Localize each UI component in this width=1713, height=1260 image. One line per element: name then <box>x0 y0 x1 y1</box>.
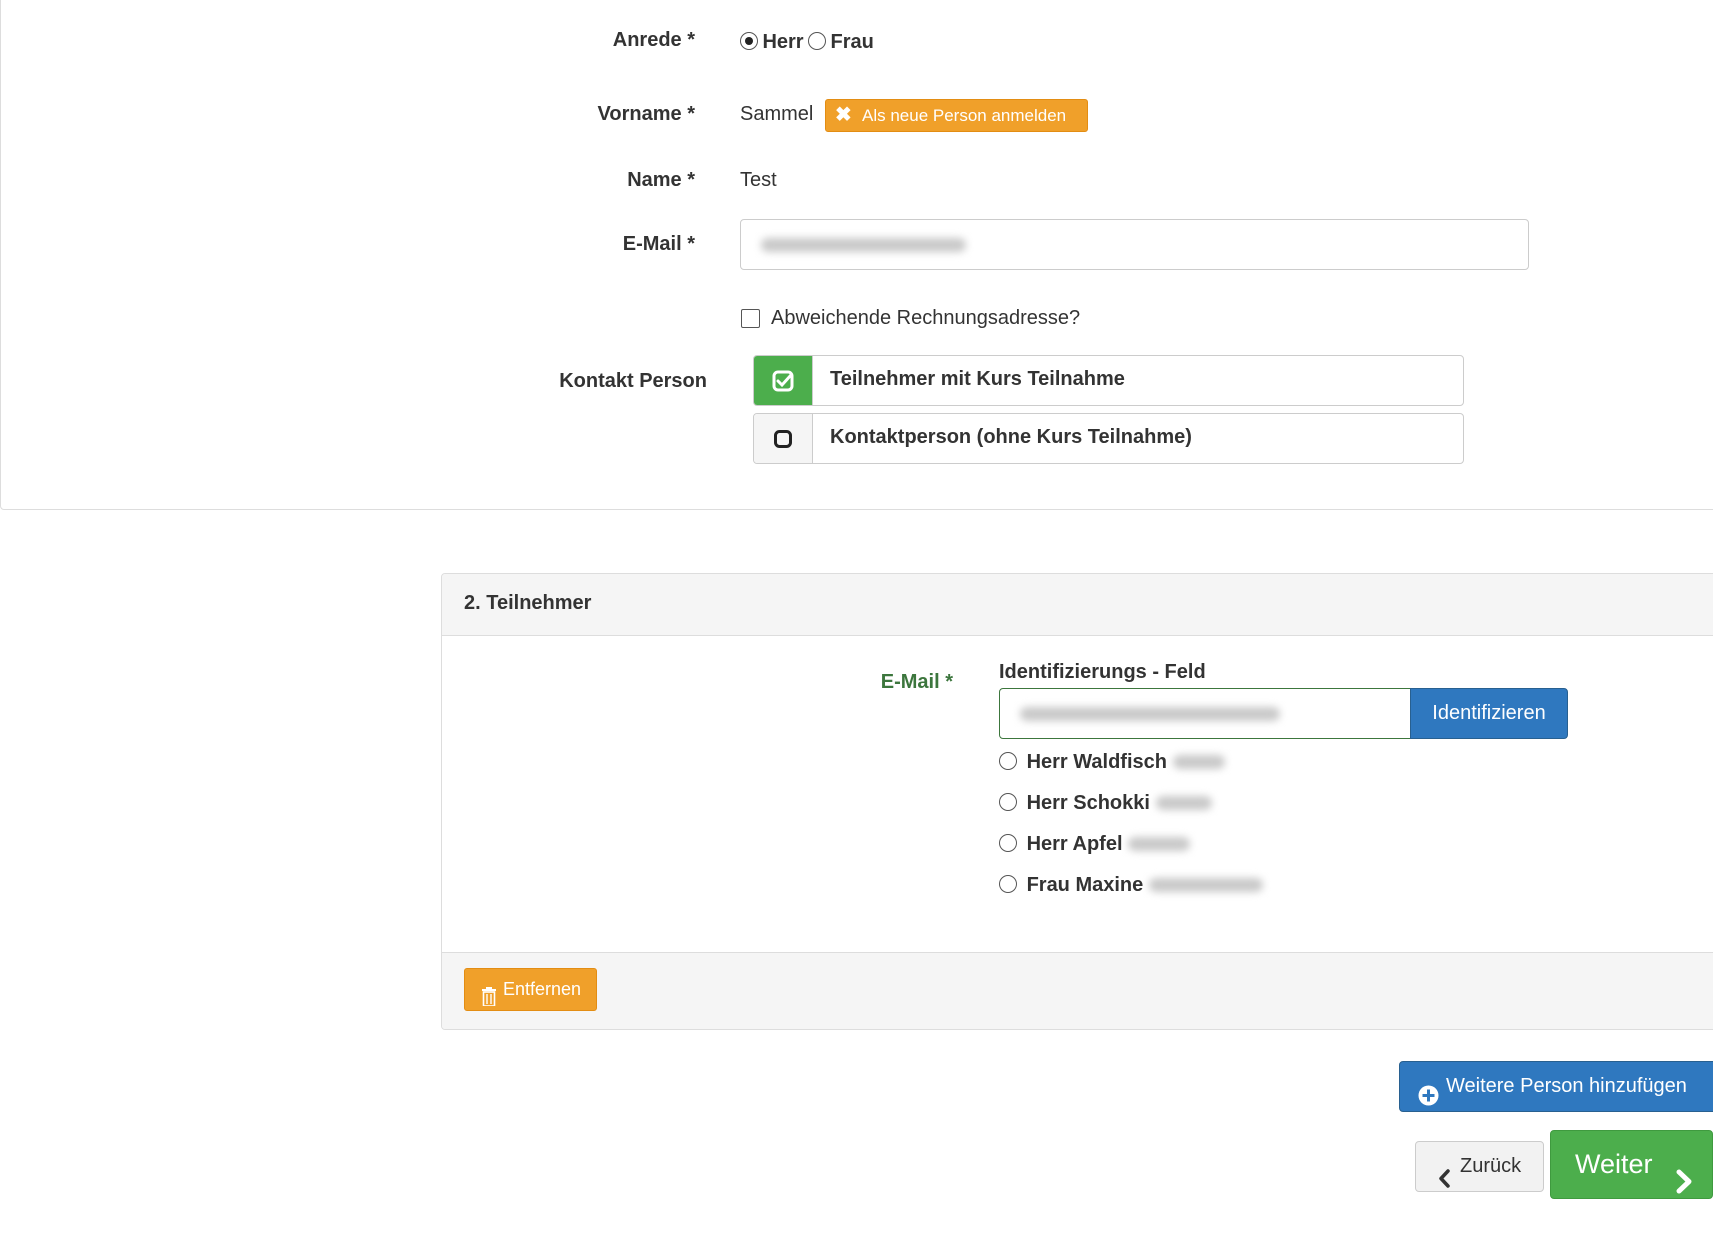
next-label: Weiter <box>1575 1149 1653 1179</box>
participant-email-label: E-Mail * <box>880 671 953 693</box>
person-radio-1[interactable] <box>999 752 1017 770</box>
identification-redacted <box>1020 707 1280 721</box>
close-icon: ✖ <box>835 104 852 126</box>
salutation-frau-radio[interactable] <box>808 32 827 50</box>
person-option-1[interactable]: Herr Waldfisch <box>999 751 1225 774</box>
contact-option-participant-label: Teilnehmer mit Kurs Teilnahme <box>830 368 1125 390</box>
remove-button[interactable]: Entfernen <box>464 968 597 1011</box>
trash-icon <box>481 980 497 1021</box>
participant-panel-heading: 2. Teilnehmer <box>442 574 1713 636</box>
billing-address-checkbox[interactable] <box>741 309 760 328</box>
back-label: Zurück <box>1460 1155 1522 1177</box>
person-name-4: Frau Maxine <box>1026 874 1144 896</box>
person-lastname-redacted-4 <box>1148 878 1263 892</box>
identify-button[interactable]: Identifizieren <box>1410 688 1568 739</box>
person-option-2[interactable]: Herr Schokki <box>999 792 1212 815</box>
firstname-value: Sammel <box>740 103 814 125</box>
person-name-3: Herr Apfel <box>1026 833 1123 855</box>
id-field-label: Identifizierungs - Feld <box>999 661 1206 683</box>
contact-person-label: Kontakt Person <box>559 370 707 392</box>
chevron-left-icon <box>1438 1158 1451 1207</box>
person-name-2: Herr Schokki <box>1026 792 1150 814</box>
identification-input[interactable] <box>999 688 1411 739</box>
salutation-radio-group: Herr Frau <box>740 31 874 54</box>
firstname-label: Vorname * <box>597 103 695 125</box>
name-label: Name * <box>627 169 695 191</box>
email-label: E-Mail * <box>622 233 695 255</box>
remove-label: Entfernen <box>503 979 582 999</box>
salutation-frau-label[interactable]: Frau <box>831 31 874 53</box>
contact-option-participant[interactable]: Teilnehmer mit Kurs Teilnahme <box>753 355 1464 406</box>
salutation-label: Anrede * <box>612 29 695 51</box>
unchecked-checkbox-icon <box>754 414 813 463</box>
chevron-right-icon <box>1675 1152 1693 1219</box>
back-button[interactable]: Zurück <box>1415 1141 1544 1192</box>
register-new-person-button[interactable]: ✖ Als neue Person anmelden <box>825 99 1088 132</box>
participant-title: 2. Teilnehmer <box>464 592 592 614</box>
name-value: Test <box>740 169 777 191</box>
add-person-button[interactable]: Weitere Person hinzufügen <box>1399 1061 1713 1112</box>
register-new-person-label: Als neue Person anmelden <box>862 106 1067 125</box>
next-button[interactable]: Weiter <box>1550 1130 1713 1199</box>
plus-circle-icon <box>1418 1076 1439 1125</box>
person-lastname-redacted-2 <box>1155 796 1212 810</box>
person-radio-3[interactable] <box>999 834 1017 852</box>
email-input[interactable] <box>740 219 1529 270</box>
salutation-herr-radio[interactable] <box>740 32 758 50</box>
person-radio-4[interactable] <box>999 875 1017 893</box>
person-lastname-redacted-1 <box>1172 755 1225 769</box>
person-option-3[interactable]: Herr Apfel <box>999 833 1191 856</box>
contact-option-contact-label: Kontaktperson (ohne Kurs Teilnahme) <box>830 426 1192 448</box>
email-redacted <box>761 238 966 252</box>
person-option-4[interactable]: Frau Maxine <box>999 874 1263 897</box>
participant-panel-footer: Entfernen <box>442 952 1713 1029</box>
person-radio-2[interactable] <box>999 793 1017 811</box>
billing-address-label[interactable]: Abweichende Rechnungsadresse? <box>771 307 1080 330</box>
person-lastname-redacted-3 <box>1128 837 1191 851</box>
person-name-1: Herr Waldfisch <box>1026 751 1167 773</box>
salutation-herr-label[interactable]: Herr <box>762 31 803 53</box>
contact-option-contact[interactable]: Kontaktperson (ohne Kurs Teilnahme) <box>753 413 1464 464</box>
checked-checkbox-icon <box>754 356 813 405</box>
add-person-label: Weitere Person hinzufügen <box>1446 1075 1687 1097</box>
